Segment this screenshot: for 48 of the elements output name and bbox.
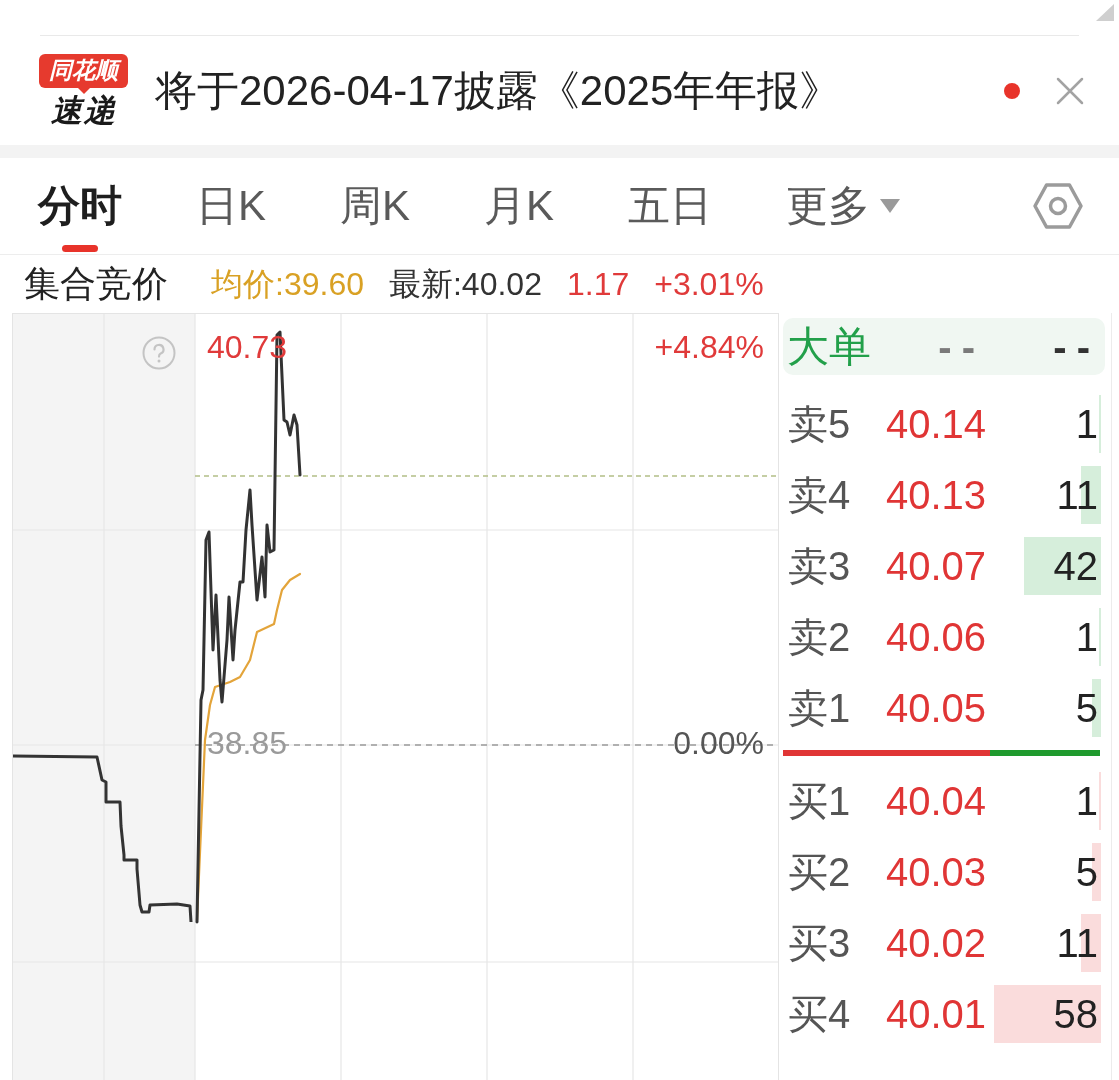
order-price: 40.01 bbox=[886, 993, 988, 1034]
order-level-label: 买1 bbox=[788, 780, 852, 821]
tab[interactable]: 日K bbox=[196, 158, 266, 254]
order-level-label: 卖5 bbox=[788, 403, 852, 444]
order-price: 40.14 bbox=[886, 403, 988, 444]
close-icon bbox=[1056, 76, 1084, 105]
order-level-label: 买2 bbox=[788, 851, 852, 892]
percent-axis-label: 0.00% bbox=[673, 726, 764, 760]
corner-triangle-icon bbox=[1096, 4, 1114, 21]
price-axis-label: 38.85 bbox=[207, 726, 288, 760]
quote-value: 1.17 bbox=[566, 268, 630, 300]
order-level-label: 卖1 bbox=[788, 687, 852, 728]
tab-underline bbox=[62, 245, 98, 252]
tab[interactable]: 月K bbox=[484, 158, 555, 254]
large-order-label: 大单 bbox=[787, 325, 872, 368]
order-level-label: 买4 bbox=[788, 993, 852, 1034]
tab[interactable]: 周K bbox=[340, 158, 411, 254]
order-price: 40.03 bbox=[886, 851, 988, 892]
large-order-value: -- bbox=[937, 326, 985, 367]
tab[interactable]: 更多 bbox=[786, 158, 901, 254]
order-price: 40.04 bbox=[886, 780, 988, 821]
badge-pointer-icon bbox=[77, 87, 90, 94]
tab[interactable]: 五日 bbox=[628, 158, 713, 254]
tab[interactable]: 分时 bbox=[38, 158, 122, 254]
order-level-label: 卖4 bbox=[788, 474, 852, 515]
logo-badge: 同花顺 bbox=[39, 53, 128, 88]
quote-value: 最新:40.02 bbox=[388, 268, 542, 300]
close-button[interactable] bbox=[1056, 76, 1084, 105]
order-level-label: 卖2 bbox=[788, 616, 852, 657]
order-price: 40.06 bbox=[886, 616, 988, 657]
order-price: 40.07 bbox=[886, 545, 988, 586]
help-icon[interactable] bbox=[142, 336, 176, 370]
session-label: 集合竞价 bbox=[24, 266, 168, 302]
order-price: 40.02 bbox=[886, 922, 988, 963]
notification-text[interactable]: 将于2026-04-17披露《2025年年报》 bbox=[155, 69, 1004, 112]
order-level-label: 卖3 bbox=[788, 545, 852, 586]
order-volume: 58 bbox=[994, 984, 1101, 1043]
order-price: 40.05 bbox=[886, 687, 988, 728]
quote-value: +3.01% bbox=[654, 268, 764, 300]
percent-axis-label: +4.84% bbox=[654, 330, 764, 364]
large-order-value: -- bbox=[1052, 326, 1100, 367]
settings-icon bbox=[1033, 183, 1083, 229]
order-level-label: 买3 bbox=[788, 922, 852, 963]
settings-button[interactable] bbox=[1033, 181, 1083, 231]
order-price: 40.13 bbox=[886, 474, 988, 515]
quote-value: 均价:39.60 bbox=[211, 268, 364, 300]
logo-text: 速递 bbox=[50, 93, 117, 128]
caret-icon bbox=[880, 199, 901, 213]
